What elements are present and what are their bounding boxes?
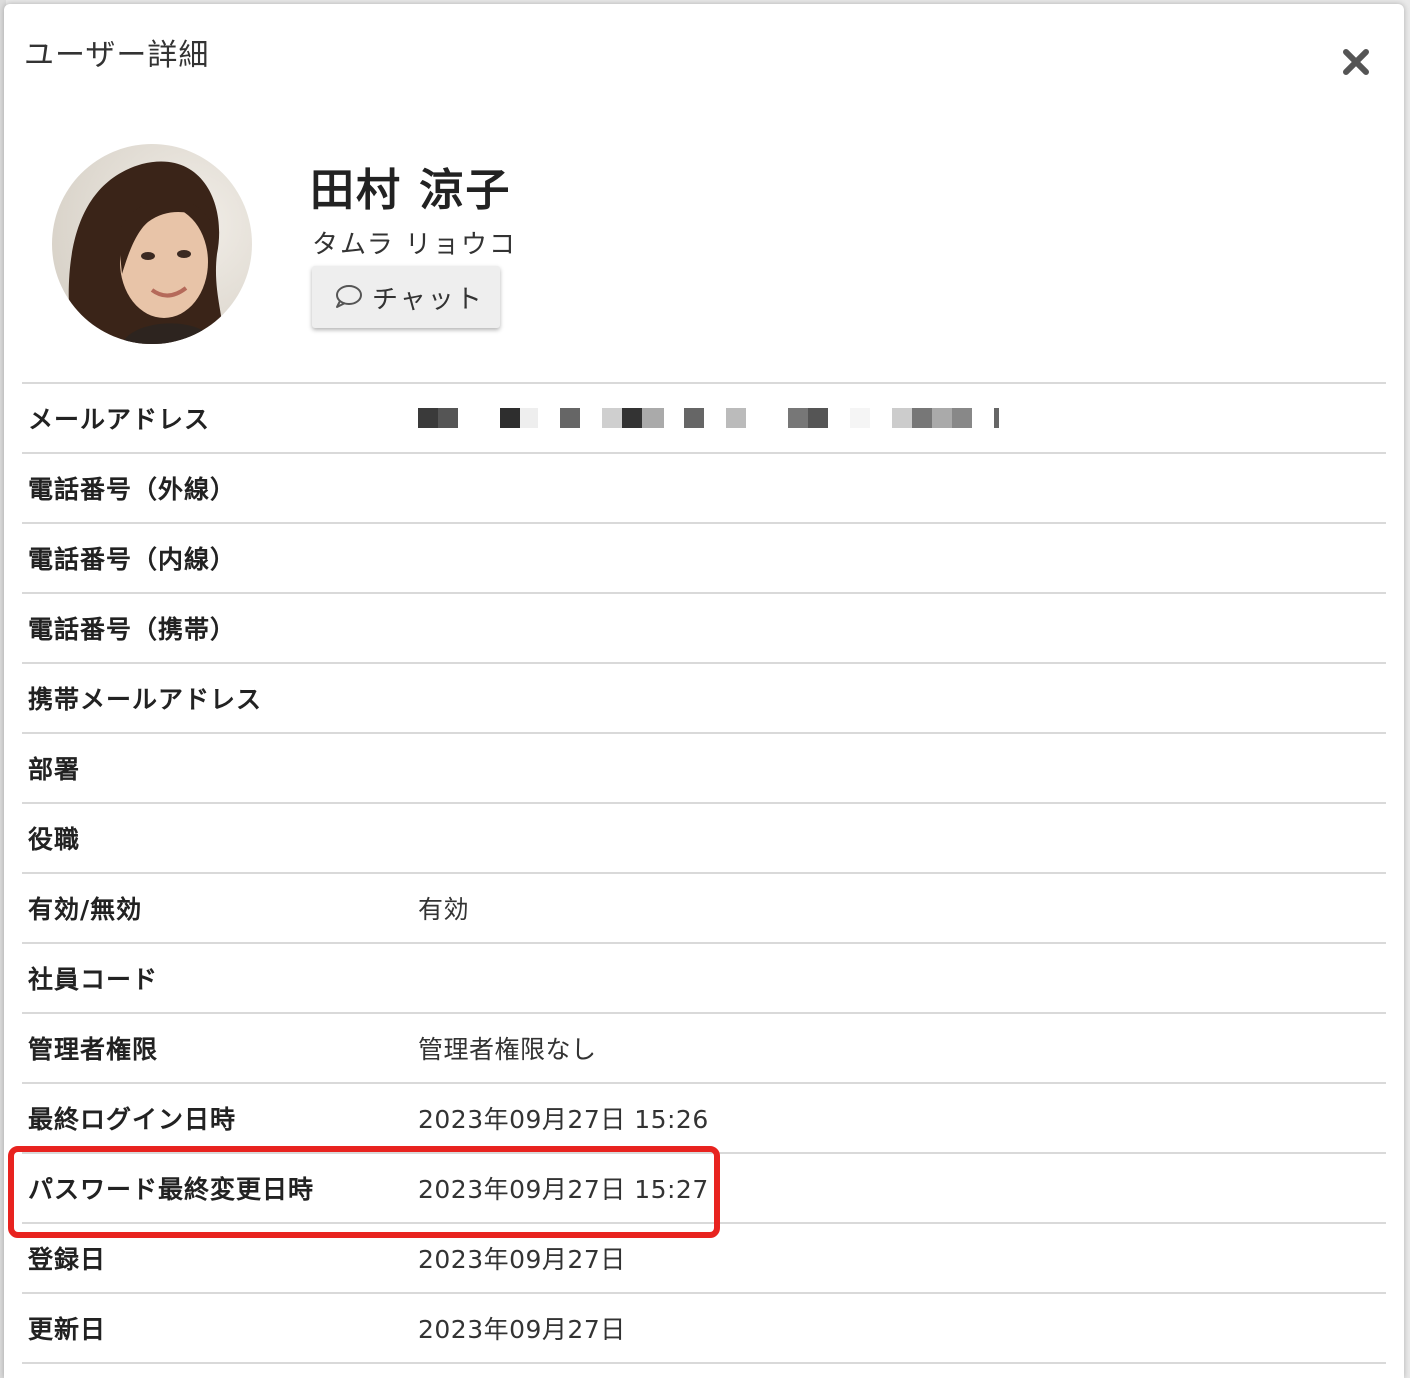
last-login-value: 2023年09月27日 15:26 xyxy=(418,1105,709,1134)
close-button[interactable] xyxy=(1336,42,1376,82)
table-row: 管理者権限 管理者権限なし xyxy=(22,1014,1386,1084)
user-name-kana: タムラ リョウコ xyxy=(312,230,517,260)
table-row: 電話番号（外線） xyxy=(22,454,1386,524)
avatar xyxy=(52,144,252,344)
field-label: 有効/無効 xyxy=(28,895,143,924)
speech-bubble-icon xyxy=(336,285,362,308)
status-value: 有効 xyxy=(418,895,470,924)
field-label: 社員コード xyxy=(28,965,159,994)
table-row: 社員コード xyxy=(22,944,1386,1014)
table-row: メールアドレス xyxy=(22,384,1386,454)
chat-button[interactable]: チャット xyxy=(312,266,500,328)
updated-date-value: 2023年09月27日 xyxy=(418,1315,626,1344)
field-label: 携帯メールアドレス xyxy=(28,685,263,714)
table-row: 最終ログイン日時 2023年09月27日 15:26 xyxy=(22,1084,1386,1154)
email-value-redacted xyxy=(418,408,999,428)
field-label: メールアドレス xyxy=(28,405,211,434)
field-label: 登録日 xyxy=(28,1245,107,1274)
user-detail-modal: ユーザー詳細 田村 涼子 タムラ リョウコ チャット メールアドレス 電話番号（… xyxy=(4,4,1404,1378)
table-row: 登録日 2023年09月27日 xyxy=(22,1224,1386,1294)
modal-title: ユーザー詳細 xyxy=(24,38,210,73)
table-row: パスワード最終変更日時 2023年09月27日 15:27 xyxy=(22,1154,1386,1224)
field-label: パスワード最終変更日時 xyxy=(28,1175,315,1204)
table-row: 携帯メールアドレス xyxy=(22,664,1386,734)
table-row: 電話番号（内線） xyxy=(22,524,1386,594)
table-row: 有効/無効 有効 xyxy=(22,874,1386,944)
field-label: 電話番号（携帯） xyxy=(28,615,237,644)
field-label: 役職 xyxy=(28,825,81,854)
user-name: 田村 涼子 xyxy=(310,165,512,216)
close-icon xyxy=(1343,49,1369,75)
table-row: 部署 xyxy=(22,734,1386,804)
admin-permission-value: 管理者権限なし xyxy=(418,1035,597,1064)
password-changed-value: 2023年09月27日 15:27 xyxy=(418,1175,709,1204)
field-label: 電話番号（外線） xyxy=(28,475,237,504)
user-detail-table: メールアドレス 電話番号（外線） 電話番号（内線） 電話番号（携帯） 携帯メール… xyxy=(22,382,1386,1364)
field-label: 最終ログイン日時 xyxy=(28,1105,237,1134)
chat-button-label: チャット xyxy=(372,284,484,315)
field-label: 部署 xyxy=(28,755,81,784)
field-label: 電話番号（内線） xyxy=(28,545,237,574)
registered-date-value: 2023年09月27日 xyxy=(418,1245,626,1274)
field-label: 管理者権限 xyxy=(28,1035,159,1064)
table-row: 更新日 2023年09月27日 xyxy=(22,1294,1386,1364)
table-row: 役職 xyxy=(22,804,1386,874)
table-row: 電話番号（携帯） xyxy=(22,594,1386,664)
field-label: 更新日 xyxy=(28,1315,107,1344)
